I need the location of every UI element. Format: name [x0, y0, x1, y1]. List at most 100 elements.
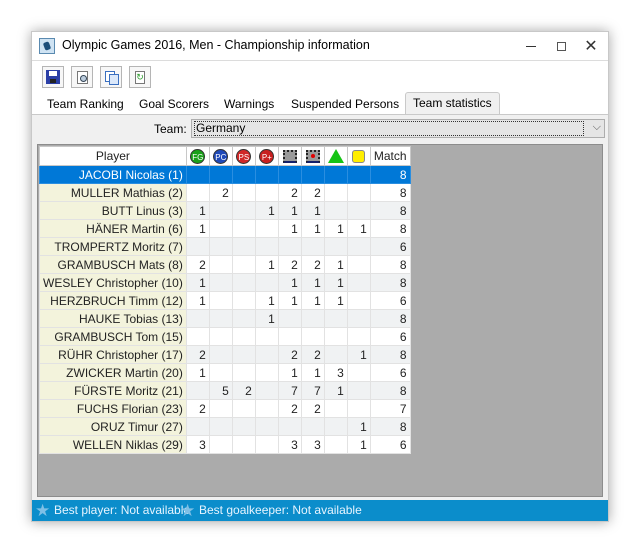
pc-cell[interactable] — [208, 273, 233, 292]
pc-cell[interactable] — [208, 435, 233, 454]
green-cell[interactable] — [323, 399, 348, 418]
fg-cell[interactable] — [185, 165, 210, 184]
minimize-button[interactable] — [516, 32, 546, 60]
yellow-cell[interactable] — [346, 183, 371, 202]
sq1-cell[interactable]: 7 — [277, 381, 302, 400]
column-header-ps[interactable]: PS — [231, 146, 256, 166]
pp-cell[interactable] — [254, 435, 279, 454]
table-row[interactable]: HÄNER Martin (6) 1 1 1 1 1 8 — [39, 219, 411, 238]
table-row[interactable]: RÜHR Christopher (17) 2 2 2 1 8 — [39, 345, 411, 364]
sq1-cell[interactable]: 1 — [277, 273, 302, 292]
pp-cell[interactable]: 1 — [254, 201, 279, 220]
table-row[interactable]: TROMPERTZ Moritz (7) 6 — [39, 237, 411, 256]
pc-cell[interactable] — [208, 201, 233, 220]
yellow-cell[interactable] — [346, 237, 371, 256]
sq2-cell[interactable]: 1 — [300, 201, 325, 220]
pc-cell[interactable]: 5 — [208, 381, 233, 400]
fg-cell[interactable]: 3 — [185, 435, 210, 454]
table-row[interactable]: JACOBI Nicolas (1) 8 — [39, 165, 411, 184]
pc-cell[interactable] — [208, 219, 233, 238]
sq2-cell[interactable]: 2 — [300, 345, 325, 364]
green-cell[interactable]: 3 — [323, 363, 348, 382]
ps-cell[interactable] — [231, 435, 256, 454]
pc-cell[interactable] — [208, 309, 233, 328]
fg-cell[interactable] — [185, 381, 210, 400]
pc-cell[interactable] — [208, 165, 233, 184]
refresh-button[interactable]: ↻ — [129, 66, 151, 88]
green-cell[interactable] — [323, 309, 348, 328]
match-cell[interactable]: 8 — [369, 345, 411, 364]
print-preview-button[interactable] — [71, 66, 93, 88]
fg-cell[interactable] — [185, 327, 210, 346]
sq2-cell[interactable] — [300, 309, 325, 328]
column-header-pp[interactable]: P+ — [254, 146, 279, 166]
yellow-cell[interactable] — [346, 255, 371, 274]
pc-cell[interactable] — [208, 291, 233, 310]
pp-cell[interactable]: 1 — [254, 255, 279, 274]
sq1-cell[interactable]: 1 — [277, 219, 302, 238]
yellow-cell[interactable] — [346, 327, 371, 346]
fg-cell[interactable]: 2 — [185, 345, 210, 364]
pp-cell[interactable] — [254, 399, 279, 418]
ps-cell[interactable] — [231, 165, 256, 184]
green-cell[interactable] — [323, 165, 348, 184]
sq1-cell[interactable]: 1 — [277, 201, 302, 220]
match-cell[interactable]: 8 — [369, 273, 411, 292]
pp-cell[interactable] — [254, 273, 279, 292]
green-cell[interactable] — [323, 237, 348, 256]
team-select[interactable]: Germany ⌵ — [191, 119, 605, 138]
copy-button[interactable] — [100, 66, 122, 88]
pc-cell[interactable]: 2 — [208, 183, 233, 202]
yellow-cell[interactable]: 1 — [346, 345, 371, 364]
column-header-player[interactable]: Player — [39, 146, 187, 166]
pp-cell[interactable] — [254, 327, 279, 346]
yellow-cell[interactable]: 1 — [346, 219, 371, 238]
ps-cell[interactable]: 2 — [231, 381, 256, 400]
fg-cell[interactable] — [185, 309, 210, 328]
ps-cell[interactable] — [231, 399, 256, 418]
yellow-cell[interactable] — [346, 381, 371, 400]
sq1-cell[interactable]: 1 — [277, 363, 302, 382]
tab-goal-scorers[interactable]: Goal Scorers — [139, 95, 209, 113]
table-row[interactable]: WESLEY Christopher (10) 1 1 1 1 8 — [39, 273, 411, 292]
column-header-sq2[interactable] — [300, 146, 325, 166]
player-name-cell[interactable]: GRAMBUSCH Mats (8) — [39, 255, 187, 274]
sq1-cell[interactable] — [277, 165, 302, 184]
tab-team-ranking[interactable]: Team Ranking — [47, 95, 124, 113]
fg-cell[interactable]: 1 — [185, 219, 210, 238]
sq2-cell[interactable] — [300, 417, 325, 436]
sq2-cell[interactable] — [300, 237, 325, 256]
yellow-cell[interactable] — [346, 363, 371, 382]
sq1-cell[interactable]: 2 — [277, 255, 302, 274]
yellow-cell[interactable]: 1 — [346, 417, 371, 436]
green-cell[interactable] — [323, 345, 348, 364]
yellow-cell[interactable] — [346, 165, 371, 184]
sq2-cell[interactable]: 1 — [300, 363, 325, 382]
green-cell[interactable]: 1 — [323, 273, 348, 292]
player-name-cell[interactable]: GRAMBUSCH Tom (15) — [39, 327, 187, 346]
green-cell[interactable] — [323, 327, 348, 346]
pp-cell[interactable] — [254, 417, 279, 436]
green-cell[interactable] — [323, 201, 348, 220]
pc-cell[interactable] — [208, 345, 233, 364]
sq2-cell[interactable]: 1 — [300, 291, 325, 310]
column-header-pc[interactable]: PC — [208, 146, 233, 166]
player-name-cell[interactable]: WELLEN Niklas (29) — [39, 435, 187, 454]
sq1-cell[interactable]: 2 — [277, 345, 302, 364]
player-name-cell[interactable]: FÜRSTE Moritz (21) — [39, 381, 187, 400]
save-button[interactable] — [42, 66, 64, 88]
ps-cell[interactable] — [231, 417, 256, 436]
green-cell[interactable] — [323, 183, 348, 202]
table-row[interactable]: ZWICKER Martin (20) 1 1 1 3 6 — [39, 363, 411, 382]
match-cell[interactable]: 8 — [369, 255, 411, 274]
match-cell[interactable]: 7 — [369, 399, 411, 418]
match-cell[interactable]: 8 — [369, 183, 411, 202]
match-cell[interactable]: 8 — [369, 201, 411, 220]
green-cell[interactable]: 1 — [323, 381, 348, 400]
pp-cell[interactable] — [254, 219, 279, 238]
fg-cell[interactable] — [185, 183, 210, 202]
sq2-cell[interactable]: 2 — [300, 399, 325, 418]
sq1-cell[interactable] — [277, 417, 302, 436]
ps-cell[interactable] — [231, 309, 256, 328]
pc-cell[interactable] — [208, 399, 233, 418]
